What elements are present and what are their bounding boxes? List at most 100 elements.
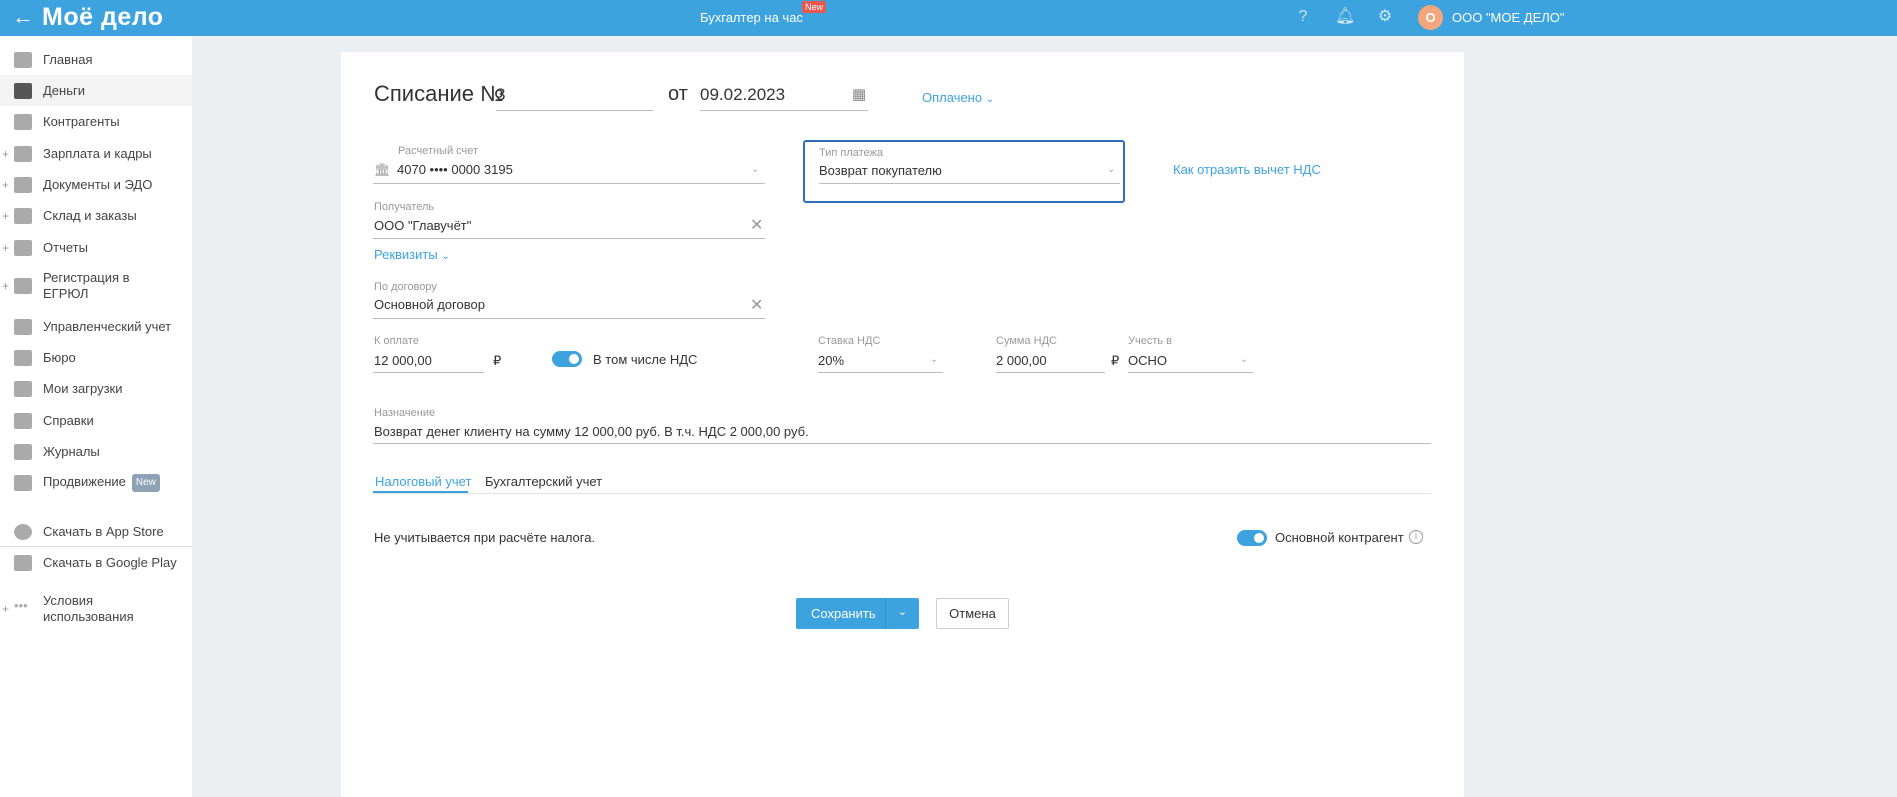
expand-icon[interactable]: +	[2, 209, 9, 223]
sidebar-item-registration[interactable]: + Регистрация в ЕГРЮЛ	[0, 263, 192, 309]
more-icon: •••	[14, 598, 28, 613]
sidebar-item-uploads[interactable]: Мои загрузки	[0, 373, 192, 404]
purpose-label: Назначение	[374, 407, 436, 419]
date-underline	[700, 110, 868, 111]
sidebar-item-salary[interactable]: + Зарплата и кадры	[0, 138, 192, 169]
sidebar-item-app-store[interactable]: Скачать в App Store	[0, 516, 192, 547]
expand-icon[interactable]: +	[2, 241, 9, 255]
vat-included-toggle[interactable]	[552, 351, 582, 367]
status-dropdown[interactable]: Оплачено ⌄	[922, 90, 994, 105]
sidebar-item-label: Склад и заказы	[43, 207, 137, 223]
logo[interactable]: Моё дело	[42, 3, 164, 32]
sidebar-item-label: Зарплата и кадры	[43, 145, 152, 161]
sidebar-item-promotion[interactable]: Продвижение New	[0, 467, 192, 498]
play-icon	[14, 554, 32, 571]
vat-sum-input[interactable]: 2 000,00	[996, 353, 1047, 368]
sidebar-item-label: Регистрация в ЕГРЮЛ	[43, 270, 130, 301]
chevron-down-icon: ⌄	[985, 94, 995, 105]
status-label: Оплачено	[922, 90, 983, 105]
account-select[interactable]: 4070 •••• 0000 3195	[397, 162, 513, 177]
details-link[interactable]: Реквизиты ⌄	[374, 247, 450, 262]
org-name[interactable]: ООО "МОЕ ДЕЛО"	[1452, 10, 1565, 25]
sidebar-item-bureau[interactable]: Бюро	[0, 342, 192, 373]
payment-type-label: Тип платежа	[819, 147, 884, 159]
date-input[interactable]: 09.02.2023	[700, 85, 785, 105]
sidebar-item-journals[interactable]: Журналы	[0, 436, 192, 467]
bank-icon: 🏛︎	[374, 162, 391, 177]
account-label: Расчетный счет	[398, 145, 479, 157]
expand-icon[interactable]: +	[2, 178, 9, 192]
cart-icon	[14, 207, 32, 224]
gear-icon[interactable]: ⚙	[1376, 8, 1394, 26]
money-icon	[14, 82, 32, 99]
chevron-down-icon[interactable]: ⌄	[1240, 354, 1248, 365]
details-label: Реквизиты	[374, 247, 438, 262]
purpose-input[interactable]: Возврат денег клиенту на сумму 12 000,00…	[374, 424, 809, 439]
expand-icon[interactable]: +	[2, 602, 9, 616]
sidebar-item-reports[interactable]: + Отчеты	[0, 232, 192, 263]
expand-icon[interactable]: +	[2, 147, 9, 161]
vat-sum-label: Сумма НДС	[996, 335, 1057, 347]
info-icon[interactable]: i	[1409, 530, 1423, 544]
recipient-input[interactable]: ООО "Главучёт"	[374, 218, 471, 233]
chevron-down-icon[interactable]: ⌄	[886, 598, 919, 629]
main-contractor-toggle[interactable]	[1237, 530, 1267, 546]
avatar[interactable]: О	[1418, 5, 1443, 30]
tab-tax-accounting[interactable]: Налоговый учет	[375, 474, 471, 489]
chevron-down-icon[interactable]: ⌄	[930, 354, 938, 365]
chevron-down-icon[interactable]: ⌄	[751, 164, 759, 175]
sidebar-item-contractors[interactable]: Контрагенты	[0, 106, 192, 137]
sidebar-item-label: Управленческий учет	[43, 318, 172, 334]
amount-input[interactable]: 12 000,00	[374, 353, 432, 368]
tax-note: Не учитывается при расчёте налога.	[374, 530, 596, 545]
back-arrow-icon[interactable]: ←	[12, 4, 34, 30]
sidebar-item-label: Контрагенты	[43, 113, 120, 129]
sidebar-item-management[interactable]: Управленческий учет	[0, 311, 192, 342]
sidebar-item-google-play[interactable]: Скачать в Google Play	[0, 547, 192, 578]
vat-rate-underline	[818, 372, 943, 373]
sidebar-item-money[interactable]: Деньги	[0, 75, 192, 106]
help-icon[interactable]: ?	[1294, 8, 1312, 26]
calendar-icon[interactable]: ▦	[852, 85, 866, 103]
vat-deduction-link[interactable]: Как отразить вычет НДС	[1173, 162, 1321, 177]
amount-label: К оплате	[374, 335, 419, 347]
service-title[interactable]: Бухгалтер на час	[700, 10, 803, 25]
top-bar: ← Моё дело Бухгалтер на час New ? 🔔︎ ⚙ О…	[0, 0, 1897, 36]
number-input[interactable]: 3	[496, 85, 505, 105]
clear-icon[interactable]: ✕	[750, 215, 763, 235]
recipient-underline	[373, 238, 765, 239]
sidebar-item-main[interactable]: Главная	[0, 44, 192, 75]
report-icon	[14, 239, 32, 256]
contract-input[interactable]: Основной договор	[374, 297, 485, 312]
list-icon	[14, 412, 32, 429]
account-in-select[interactable]: ОСНО	[1128, 353, 1167, 368]
chart-icon	[14, 474, 32, 491]
payment-type-select[interactable]: Возврат покупателю	[819, 163, 942, 178]
account-in-underline	[1128, 372, 1253, 373]
document-person-icon	[14, 278, 32, 294]
sidebar-item-label: Бюро	[43, 349, 76, 365]
sidebar-item-label: Продвижение	[43, 473, 126, 489]
cancel-button[interactable]: Отмена	[936, 598, 1009, 629]
save-button[interactable]: Сохранить ⌄	[796, 598, 919, 629]
expand-icon[interactable]: +	[2, 279, 9, 293]
sidebar-item-label: Мои загрузки	[43, 380, 123, 396]
chevron-down-icon[interactable]: ⌄	[1107, 164, 1115, 175]
amount-underline	[373, 372, 484, 373]
payment-type-field[interactable]: Тип платежа Возврат покупателю ⌄	[803, 140, 1125, 203]
sidebar-item-label: Документы и ЭДО	[43, 176, 153, 192]
sidebar-item-references[interactable]: Справки	[0, 405, 192, 436]
person-icon	[14, 113, 32, 130]
main-contractor-label: Основной контрагент	[1275, 530, 1404, 545]
tab-bookkeeping[interactable]: Бухгалтерский учет	[485, 474, 602, 489]
save-label: Сохранить	[811, 606, 876, 621]
sidebar-item-warehouse[interactable]: + Склад и заказы	[0, 200, 192, 231]
chevron-down-icon: ⌄	[441, 251, 450, 262]
briefcase-icon	[14, 349, 32, 366]
sidebar-item-terms[interactable]: + ••• Условия использования	[0, 586, 192, 632]
sidebar-item-documents[interactable]: + Документы и ЭДО	[0, 169, 192, 200]
bell-icon[interactable]: 🔔︎	[1335, 8, 1355, 26]
vat-rate-select[interactable]: 20%	[818, 353, 844, 368]
clear-icon[interactable]: ✕	[750, 295, 763, 315]
apple-icon	[14, 523, 32, 540]
